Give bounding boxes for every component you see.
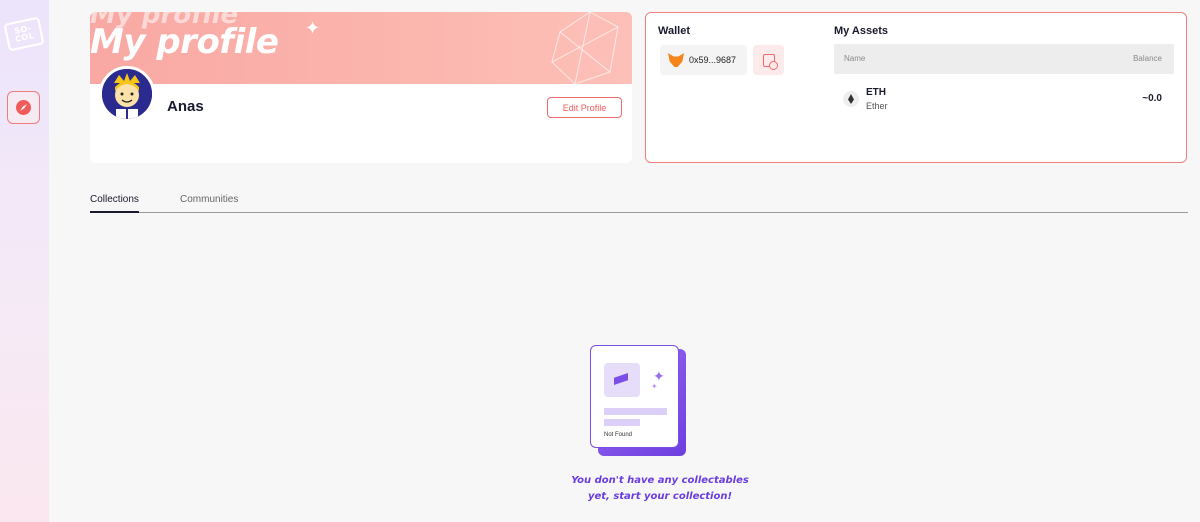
assets-title: My Assets: [834, 25, 889, 37]
empty-message-line1: You don't have any collectables: [571, 475, 749, 486]
column-header-name: Name: [844, 54, 866, 63]
empty-state-illustration: ✦ ✦ Not Found: [590, 345, 690, 457]
avatar[interactable]: [99, 66, 155, 122]
empty-state-message: You don't have any collectables yet, sta…: [540, 473, 780, 505]
profile-banner: My profile My profile ✦: [90, 12, 632, 84]
history-icon: [762, 53, 778, 70]
ethereum-icon: [843, 91, 859, 107]
tab-collections[interactable]: Collections: [90, 194, 139, 213]
sparkle-small-icon: ✦: [651, 382, 658, 391]
metamask-fox-icon: [668, 53, 684, 67]
wallet-title: Wallet: [658, 25, 690, 37]
assets-table-header: Name Balance: [834, 44, 1174, 74]
empty-message-line2: yet, start your collection!: [587, 491, 733, 502]
placeholder-line: [604, 419, 640, 426]
edit-profile-button[interactable]: Edit Profile: [547, 97, 622, 118]
logo-text: SO- COL: [13, 23, 36, 44]
avatar-image: [102, 69, 152, 119]
transaction-history-button[interactable]: [753, 45, 784, 75]
crystal-decoration: [551, 12, 619, 84]
asset-balance: ~0.0: [1142, 93, 1162, 104]
page-title: My profile: [90, 22, 279, 62]
app-logo[interactable]: SO- COL: [3, 16, 45, 52]
wallet-address: 0x59...9687: [689, 55, 737, 65]
placeholder-line: [604, 408, 667, 415]
profile-tabs: Collections Communities: [90, 190, 1188, 213]
sparkle-icon: ✦: [305, 18, 321, 38]
not-found-label: Not Found: [604, 432, 633, 438]
image-placeholder-icon: [604, 363, 640, 397]
profile-name: Anas: [167, 98, 204, 115]
table-row[interactable]: ETH Ether ~0.0: [834, 85, 1174, 115]
column-header-balance: Balance: [1133, 54, 1162, 63]
sidebar: SO- COL: [0, 0, 49, 522]
compass-icon: [16, 100, 31, 115]
wallet-card: Wallet 0x59...9687 My Assets Name Balanc…: [645, 12, 1187, 163]
not-found-card: ✦ ✦ Not Found: [590, 345, 679, 448]
wallet-address-chip[interactable]: 0x59...9687: [660, 45, 747, 75]
asset-symbol: ETH: [866, 87, 886, 98]
profile-card: My profile My profile ✦ Anas Edit Profil…: [90, 12, 632, 163]
tab-communities[interactable]: Communities: [180, 194, 238, 205]
asset-name: Ether: [866, 101, 888, 111]
explore-nav-button[interactable]: [7, 91, 40, 124]
